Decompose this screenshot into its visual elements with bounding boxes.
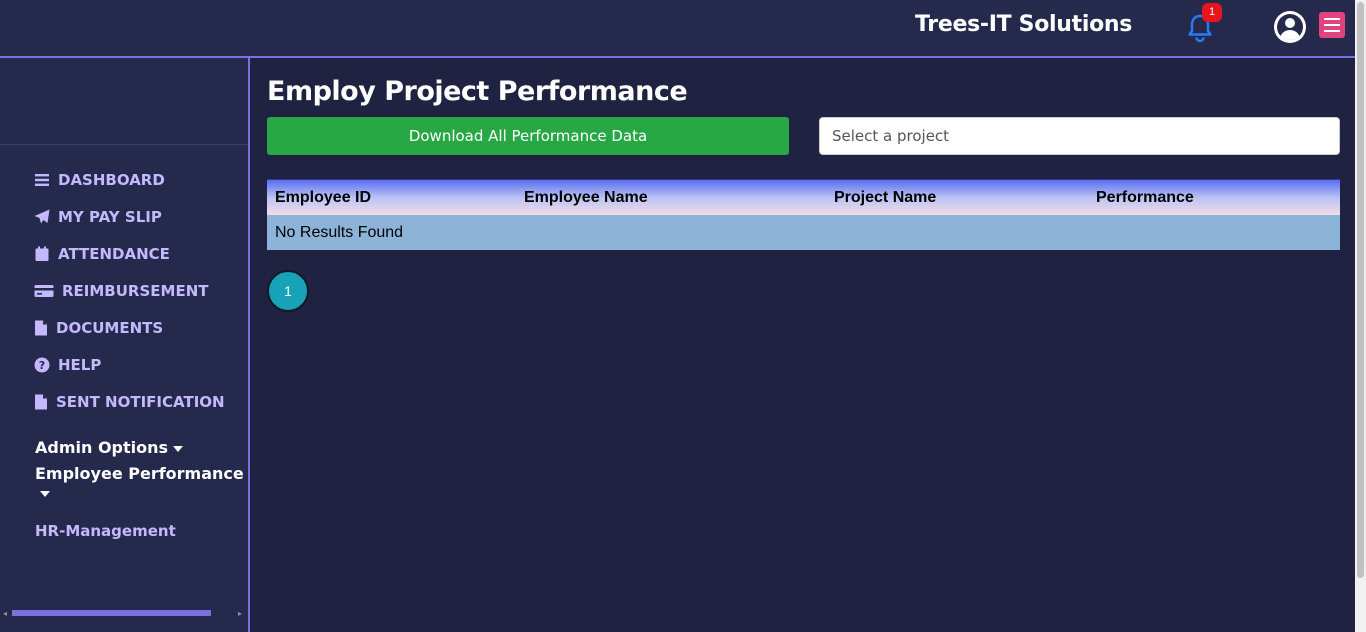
page-title: Employ Project Performance — [267, 76, 688, 107]
paper-plane-icon — [34, 209, 50, 224]
sidebar-item-documents[interactable]: DOCUMENTS — [34, 317, 163, 339]
main-content: Employ Project Performance Download All … — [250, 60, 1355, 632]
download-performance-button[interactable]: Download All Performance Data — [267, 117, 789, 155]
hr-management-link[interactable]: HR-Management — [35, 522, 176, 540]
empty-results-text: No Results Found — [275, 223, 404, 241]
sidebar-item-reimbursement[interactable]: REIMBURSEMENT — [34, 280, 208, 302]
sidebar-item-label: HELP — [58, 356, 102, 374]
sidebar-item-label: DASHBOARD — [58, 171, 165, 189]
credit-card-icon — [34, 285, 54, 297]
bars-icon — [35, 174, 49, 186]
admin-options-dropdown[interactable]: Admin Options — [35, 438, 184, 457]
project-select-placeholder: Select a project — [832, 127, 950, 145]
sidebar-item-my-pay-slip[interactable]: MY PAY SLIP — [34, 206, 162, 228]
column-header-performance: Performance — [1096, 188, 1194, 206]
notification-badge: 1 — [1202, 3, 1222, 22]
sidebar-item-attendance[interactable]: ATTENDANCE — [34, 243, 170, 265]
sidebar-divider — [0, 144, 248, 145]
sidebar-item-help[interactable]: ? HELP — [34, 354, 101, 376]
file-icon — [35, 394, 47, 410]
sidebar-item-label: MY PAY SLIP — [58, 208, 162, 226]
svg-text:?: ? — [39, 359, 45, 372]
brand-title: Trees-IT Solutions — [915, 12, 1133, 37]
question-circle-icon: ? — [34, 357, 50, 373]
table-row: No Results Found — [267, 215, 1340, 250]
admin-options-label: Admin Options — [35, 438, 169, 457]
file-icon — [35, 320, 47, 336]
sidebar-item-label: ATTENDANCE — [58, 245, 170, 263]
caret-down-icon — [40, 490, 50, 497]
sidebar-item-label: REIMBURSEMENT — [62, 282, 209, 300]
calendar-icon — [35, 246, 49, 261]
caret-down-icon — [173, 445, 184, 452]
column-header-project-name: Project Name — [834, 188, 937, 206]
column-header-employee-id: Employee ID — [275, 188, 372, 206]
table-header: Employee ID Employee Name Project Name P… — [267, 179, 1340, 215]
column-header-employee-name: Employee Name — [524, 188, 648, 206]
scroll-left-arrow-icon[interactable]: ◂ — [3, 609, 7, 618]
employee-performance-dropdown[interactable]: Employee Performance — [35, 464, 248, 502]
sidebar: DASHBOARD MY PAY SLIP ATTENDANCE REIMBUR… — [0, 58, 250, 632]
sidebar-item-label: SENT NOTIFICATION — [56, 393, 225, 411]
pagination-page-button[interactable]: 1 — [267, 270, 309, 312]
top-navbar: Trees-IT Solutions 1 — [0, 0, 1355, 58]
page-scrollbar[interactable] — [1355, 0, 1366, 632]
sidebar-item-label: DOCUMENTS — [56, 319, 164, 337]
sidebar-item-sent-notification[interactable]: SENT NOTIFICATION — [34, 391, 225, 413]
page-scrollbar-thumb[interactable] — [1357, 2, 1364, 578]
user-circle-icon[interactable] — [1273, 10, 1307, 44]
performance-table: Employee ID Employee Name Project Name P… — [267, 179, 1340, 250]
sidebar-scrollbar-thumb[interactable] — [12, 610, 211, 616]
hamburger-menu-icon[interactable] — [1319, 12, 1345, 38]
sidebar-item-dashboard[interactable]: DASHBOARD — [34, 169, 165, 191]
employee-performance-label: Employee Performance — [35, 464, 244, 483]
sidebar-horizontal-scrollbar[interactable]: ◂ ▸ — [0, 608, 246, 619]
project-select[interactable]: Select a project — [819, 117, 1340, 155]
scroll-right-arrow-icon[interactable]: ▸ — [238, 609, 242, 618]
